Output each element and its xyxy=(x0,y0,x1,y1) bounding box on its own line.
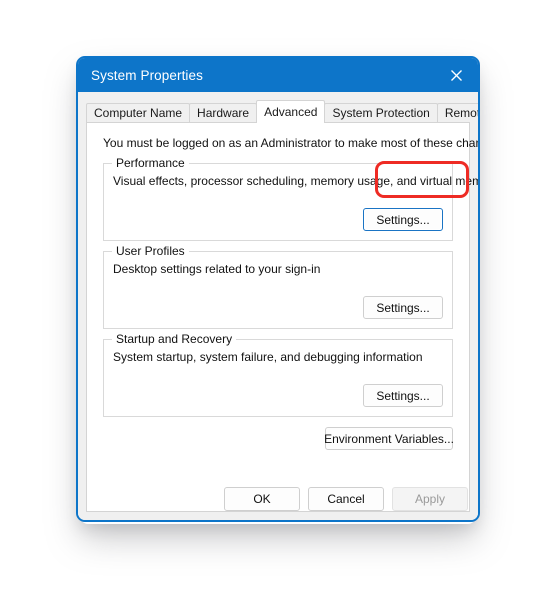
environment-variables-button[interactable]: Environment Variables... xyxy=(324,427,454,450)
performance-settings-button[interactable]: Settings... xyxy=(363,208,443,231)
startup-recovery-description: System startup, system failure, and debu… xyxy=(113,350,423,364)
user-profiles-group: User Profiles Desktop settings related t… xyxy=(103,244,453,329)
tab-advanced[interactable]: Advanced xyxy=(256,100,326,123)
title-bar: System Properties xyxy=(78,58,478,92)
apply-button: Apply xyxy=(392,487,468,511)
dialog-body: Computer Name Hardware Advanced System P… xyxy=(78,92,478,520)
tab-hardware[interactable]: Hardware xyxy=(189,103,258,122)
startup-recovery-group: Startup and Recovery System startup, sys… xyxy=(103,332,453,417)
advanced-tab-panel: You must be logged on as an Administrato… xyxy=(86,122,478,512)
user-profiles-settings-button[interactable]: Settings... xyxy=(363,296,443,319)
dialog-footer: OK Cancel Apply xyxy=(224,487,468,511)
system-properties-dialog: System Properties Computer Name Hardware… xyxy=(76,56,480,522)
close-icon[interactable] xyxy=(434,58,478,92)
tab-remote[interactable]: Remote xyxy=(436,103,478,122)
user-profiles-description: Desktop settings related to your sign-in xyxy=(113,262,321,276)
tab-system-protection[interactable]: System Protection xyxy=(324,103,438,122)
ok-button[interactable]: OK xyxy=(224,487,300,511)
startup-recovery-settings-button[interactable]: Settings... xyxy=(363,384,443,407)
tab-computer-name[interactable]: Computer Name xyxy=(86,103,191,122)
administrator-notice: You must be logged on as an Administrato… xyxy=(103,136,480,150)
window-title: System Properties xyxy=(91,67,203,83)
performance-group-label: Performance xyxy=(112,156,189,170)
performance-group: Performance Visual effects, processor sc… xyxy=(103,156,478,241)
user-profiles-group-label: User Profiles xyxy=(112,244,189,258)
startup-recovery-group-label: Startup and Recovery xyxy=(112,332,237,346)
tab-strip: Computer Name Hardware Advanced System P… xyxy=(86,100,478,123)
cancel-button[interactable]: Cancel xyxy=(308,487,384,511)
performance-description: Visual effects, processor scheduling, me… xyxy=(113,174,480,188)
